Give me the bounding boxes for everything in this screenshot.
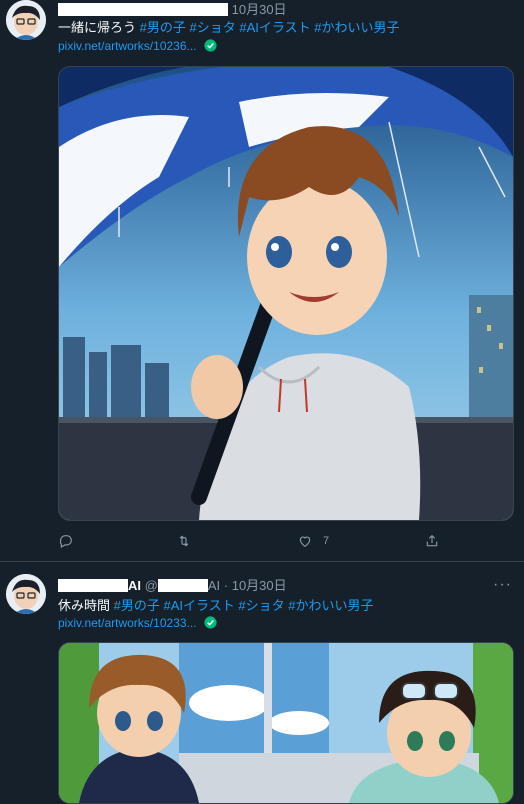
like-button[interactable]: 7 [297, 533, 329, 549]
media-image[interactable] [58, 642, 514, 804]
tweet-actions: 7 [58, 533, 498, 553]
share-button[interactable] [424, 533, 450, 549]
hashtag[interactable]: #ショタ [190, 20, 236, 35]
tweet-text: 休み時間 #男の子 #AIイラスト #ショタ #かわいい男子 [58, 595, 373, 614]
tweet-text: 一緒に帰ろう #男の子 #ショタ #AIイラスト #かわいい男子 [58, 17, 399, 36]
tweet-text-main: 一緒に帰ろう [58, 20, 137, 35]
retweet-button[interactable] [176, 533, 202, 549]
tweet[interactable]: AI @ AI · 10月30日 ··· 休み時間 #男の子 #AIイラスト #シ… [0, 562, 524, 804]
hashtag[interactable]: #AIイラスト [239, 20, 310, 35]
illustration-boy-with-umbrella [59, 67, 513, 520]
more-icon[interactable]: ··· [493, 576, 512, 594]
tweet-text-main: 休み時間 [58, 598, 111, 613]
retweet-icon [179, 535, 189, 547]
tweet-header: AI @ AI · 10月30日 [58, 575, 287, 594]
link-text[interactable]: pixiv.net/artworks/10233... [58, 616, 197, 630]
redacted-name [58, 3, 228, 16]
hashtag[interactable]: #AIイラスト [164, 598, 235, 613]
hashtag[interactable]: #ショタ [238, 598, 284, 613]
tweet-date[interactable]: 10月30日 [232, 2, 287, 17]
redacted-name [58, 579, 128, 592]
hashtag[interactable]: #男の子 [114, 598, 160, 613]
tweet-date[interactable]: 10月30日 [232, 578, 287, 593]
verified-icon [204, 616, 217, 629]
like-icon [299, 536, 311, 548]
handle-suffix: AI [207, 578, 221, 593]
separator: · [223, 578, 229, 593]
reply-icon [59, 535, 72, 549]
reply-button[interactable] [58, 533, 84, 549]
hashtag[interactable]: #かわいい男子 [314, 20, 399, 35]
like-count: 7 [323, 535, 330, 547]
redacted-handle [157, 579, 208, 592]
avatar[interactable] [6, 0, 46, 40]
artwork-link[interactable]: pixiv.net/artworks/10233... [58, 616, 217, 630]
verified-icon [204, 39, 217, 52]
hashtag[interactable]: #かわいい男子 [288, 598, 373, 613]
media-image[interactable] [58, 66, 514, 521]
tweet-header: 10月30日 [58, 0, 287, 18]
avatar[interactable] [6, 574, 46, 614]
link-text[interactable]: pixiv.net/artworks/10236... [58, 39, 197, 53]
display-name-suffix[interactable]: AI [128, 578, 141, 593]
tweet[interactable]: 10月30日 一緒に帰ろう #男の子 #ショタ #AIイラスト #かわいい男子 … [0, 0, 524, 562]
handle-at: @ [144, 578, 158, 593]
artwork-link[interactable]: pixiv.net/artworks/10236... [58, 39, 217, 53]
illustration-two-boys-classroom [59, 643, 513, 803]
hashtag[interactable]: #男の子 [140, 20, 186, 35]
share-icon [426, 534, 438, 547]
